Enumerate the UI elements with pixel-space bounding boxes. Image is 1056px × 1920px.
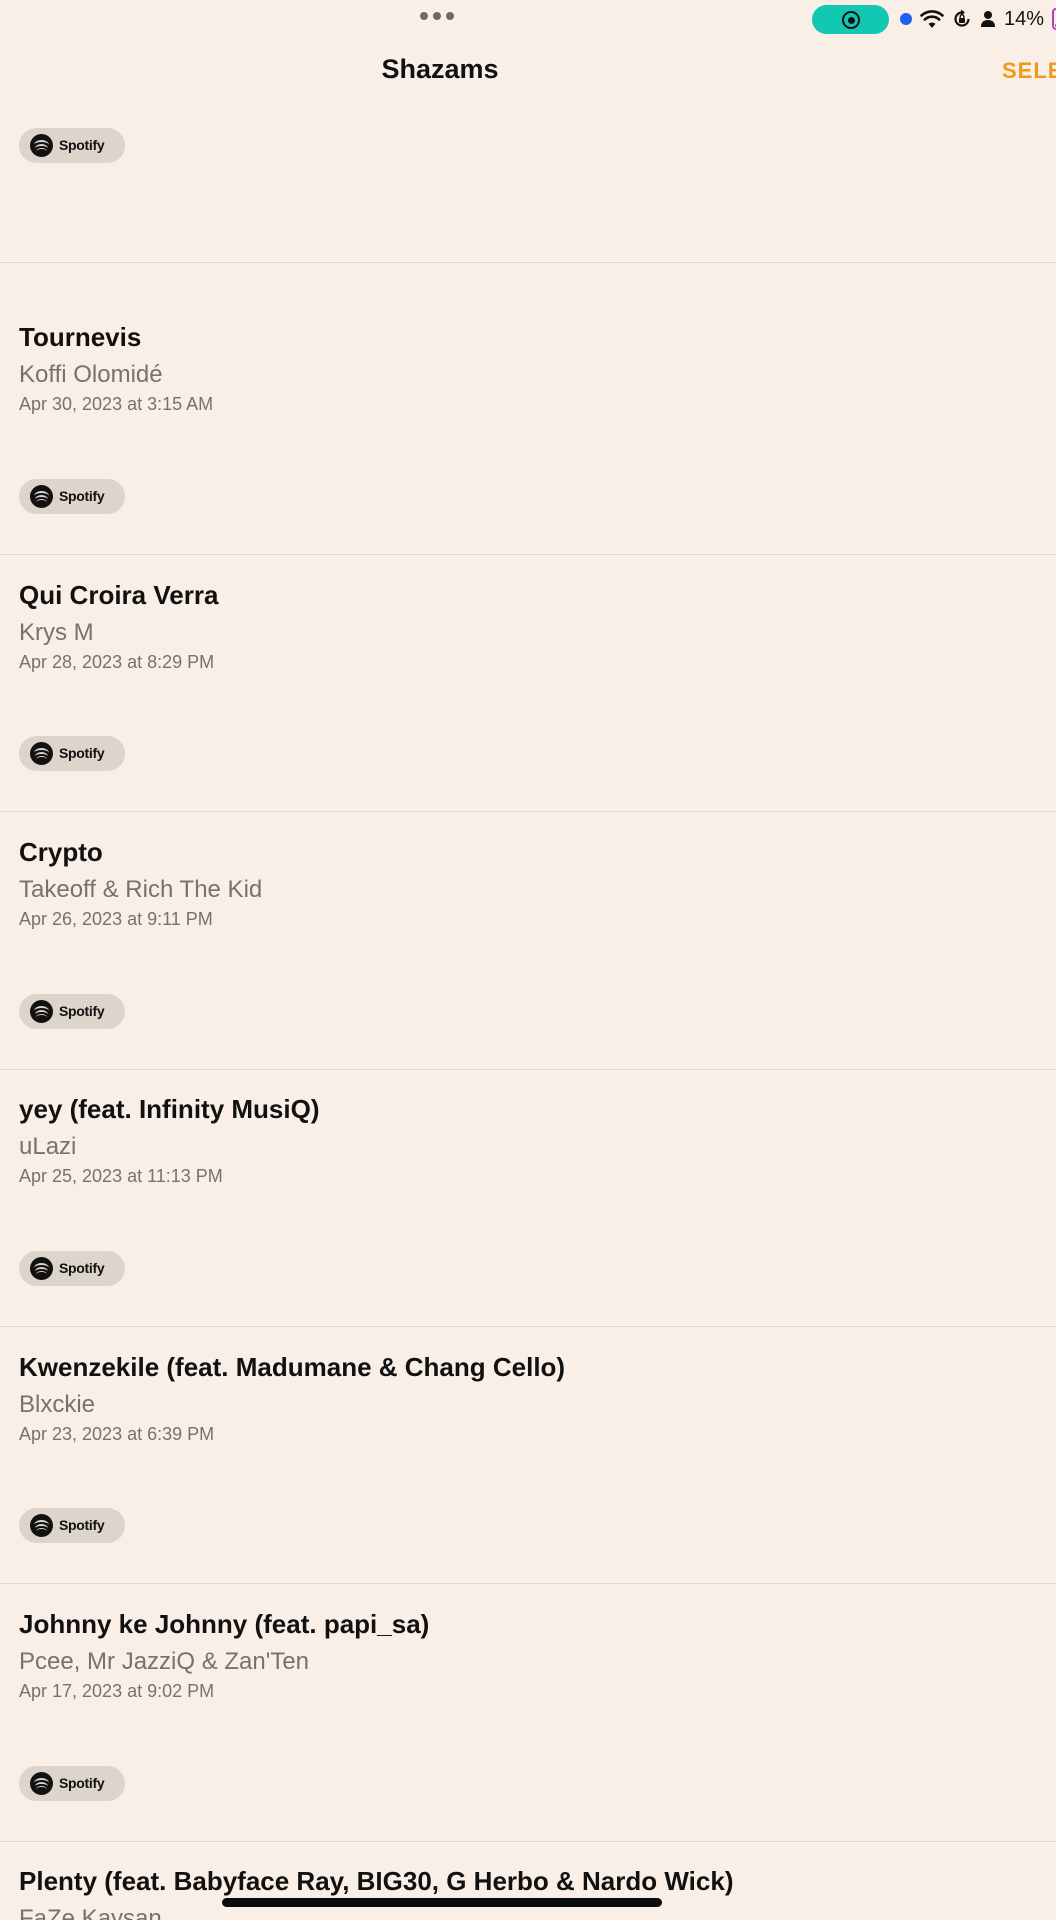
- song-artist: Blxckie: [19, 1391, 96, 1418]
- spotify-label: Spotify: [59, 137, 105, 153]
- song-date: Apr 30, 2023 at 3:15 AM: [19, 394, 214, 414]
- song-date: Apr 28, 2023 at 8:29 PM: [19, 652, 215, 672]
- song-title[interactable]: yey (feat. Infinity MusiQ): [19, 1094, 320, 1125]
- list-item[interactable]: Qui Croira Verra Krys M Apr 28, 2023 at …: [0, 580, 1056, 837]
- list-item[interactable]: Plenty (feat. Babyface Ray, BIG30, G Her…: [0, 1866, 1056, 1920]
- spotify-icon: [30, 1514, 53, 1537]
- spotify-button[interactable]: Spotify: [19, 128, 125, 163]
- song-title[interactable]: Tournevis: [19, 322, 141, 353]
- home-indicator[interactable]: [222, 1898, 662, 1907]
- song-title[interactable]: Crypto: [19, 837, 103, 868]
- song-title[interactable]: Qui Croira Verra: [19, 580, 218, 611]
- spotify-button[interactable]: Spotify: [19, 1251, 125, 1286]
- list-item[interactable]: Kwenzekile (feat. Madumane & Chang Cello…: [0, 1352, 1056, 1609]
- divider: [0, 811, 1056, 812]
- spotify-icon: [30, 742, 53, 765]
- spotify-icon: [30, 485, 53, 508]
- divider: [0, 554, 1056, 555]
- song-title[interactable]: Kwenzekile (feat. Madumane & Chang Cello…: [19, 1352, 565, 1383]
- song-artist: Pcee, Mr JazziQ & Zan'Ten: [19, 1648, 310, 1675]
- song-title[interactable]: Plenty (feat. Babyface Ray, BIG30, G Her…: [19, 1866, 733, 1897]
- spotify-label: Spotify: [59, 1775, 105, 1791]
- song-date: Apr 17, 2023 at 9:02 PM: [19, 1681, 215, 1701]
- divider: [0, 1841, 1056, 1842]
- song-date: Apr 25, 2023 at 11:13 PM: [19, 1166, 223, 1186]
- spotify-label: Spotify: [59, 1003, 105, 1019]
- spotify-button[interactable]: Spotify: [19, 736, 125, 771]
- spotify-icon: [30, 1257, 53, 1280]
- spotify-icon: [30, 1772, 53, 1795]
- shazam-screen: 14% Shazams SELE Spotify Tournevis Koffi…: [0, 0, 1056, 1920]
- song-artist: Krys M: [19, 619, 94, 646]
- spotify-button[interactable]: Spotify: [19, 1508, 125, 1543]
- song-artist: FaZe Kaysan: [19, 1905, 162, 1920]
- spotify-label: Spotify: [59, 1517, 105, 1533]
- list-item[interactable]: Johnny ke Johnny (feat. papi_sa) Pcee, M…: [0, 1609, 1056, 1866]
- song-artist: Takeoff & Rich The Kid: [19, 876, 263, 903]
- divider: [0, 1583, 1056, 1584]
- divider: [0, 262, 1056, 263]
- spotify-icon: [30, 1000, 53, 1023]
- spotify-label: Spotify: [59, 745, 105, 761]
- list-item[interactable]: Crypto Takeoff & Rich The Kid Apr 26, 20…: [0, 837, 1056, 1094]
- song-artist: uLazi: [19, 1133, 77, 1160]
- spotify-icon: [30, 134, 53, 157]
- song-artist: Koffi Olomidé: [19, 361, 163, 388]
- spotify-button[interactable]: Spotify: [19, 1766, 125, 1801]
- list-item[interactable]: yey (feat. Infinity MusiQ) uLazi Apr 25,…: [0, 1094, 1056, 1351]
- spotify-button[interactable]: Spotify: [19, 994, 125, 1029]
- song-date: Apr 26, 2023 at 9:11 PM: [19, 909, 213, 929]
- divider: [0, 1326, 1056, 1327]
- spotify-label: Spotify: [59, 1260, 105, 1276]
- spotify-label: Spotify: [59, 488, 105, 504]
- spotify-button[interactable]: Spotify: [19, 479, 125, 514]
- divider: [0, 1069, 1056, 1070]
- shazam-list: Spotify Tournevis Koffi Olomidé Apr 30, …: [0, 0, 1056, 1920]
- list-item[interactable]: Tournevis Koffi Olomidé Apr 30, 2023 at …: [0, 322, 1056, 579]
- song-date: Apr 23, 2023 at 6:39 PM: [19, 1424, 215, 1444]
- song-title[interactable]: Johnny ke Johnny (feat. papi_sa): [19, 1609, 429, 1640]
